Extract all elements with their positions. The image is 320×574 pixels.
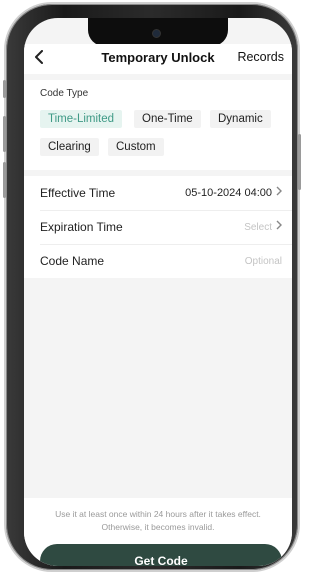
camera-icon xyxy=(152,29,161,38)
footer: Use it at least once within 24 hours aft… xyxy=(24,498,292,566)
effective-time-row[interactable]: Effective Time 05-10-2024 04:00 xyxy=(24,176,292,210)
volume-up-button xyxy=(3,116,6,152)
validity-note-line-1: Use it at least once within 24 hours aft… xyxy=(55,509,261,519)
phone-frame: Temporary Unlock Records Code Type Time-… xyxy=(3,4,301,570)
app-screen: Temporary Unlock Records Code Type Time-… xyxy=(24,18,292,566)
code-name-row[interactable]: Code Name Optional xyxy=(24,244,292,278)
mute-switch xyxy=(3,80,6,98)
expiration-time-label: Expiration Time xyxy=(40,220,123,234)
get-code-button[interactable]: Get Code xyxy=(40,544,282,566)
records-button[interactable]: Records xyxy=(237,50,284,64)
validity-note-line-2: Otherwise, it becomes invalid. xyxy=(101,522,215,532)
code-type-label: Code Type xyxy=(40,88,89,99)
code-type-option-clearing[interactable]: Clearing xyxy=(40,138,99,156)
expiration-time-row[interactable]: Expiration Time Select xyxy=(24,210,292,244)
power-button xyxy=(298,134,301,190)
code-type-option-dynamic[interactable]: Dynamic xyxy=(210,110,271,128)
nav-bar: Temporary Unlock Records xyxy=(24,44,292,74)
volume-down-button xyxy=(3,162,6,198)
code-type-option-time-limited[interactable]: Time-Limited xyxy=(40,110,123,128)
effective-time-label: Effective Time xyxy=(40,186,116,200)
settings-list: Effective Time 05-10-2024 04:00 Expirati… xyxy=(24,176,292,278)
code-type-option-one-time[interactable]: One-Time xyxy=(134,110,201,128)
notch xyxy=(88,18,228,46)
code-name-label: Code Name xyxy=(40,254,105,268)
chevron-right-icon xyxy=(276,185,282,199)
effective-time-value: 05-10-2024 04:00 xyxy=(185,187,272,199)
expiration-time-placeholder: Select xyxy=(244,222,272,233)
validity-note: Use it at least once within 24 hours aft… xyxy=(32,508,284,534)
chevron-right-icon xyxy=(276,219,282,233)
code-type-section: Code Type Time-Limited One-Time Dynamic … xyxy=(24,80,292,170)
code-type-option-custom[interactable]: Custom xyxy=(108,138,164,156)
code-name-input[interactable]: Optional xyxy=(245,256,282,267)
